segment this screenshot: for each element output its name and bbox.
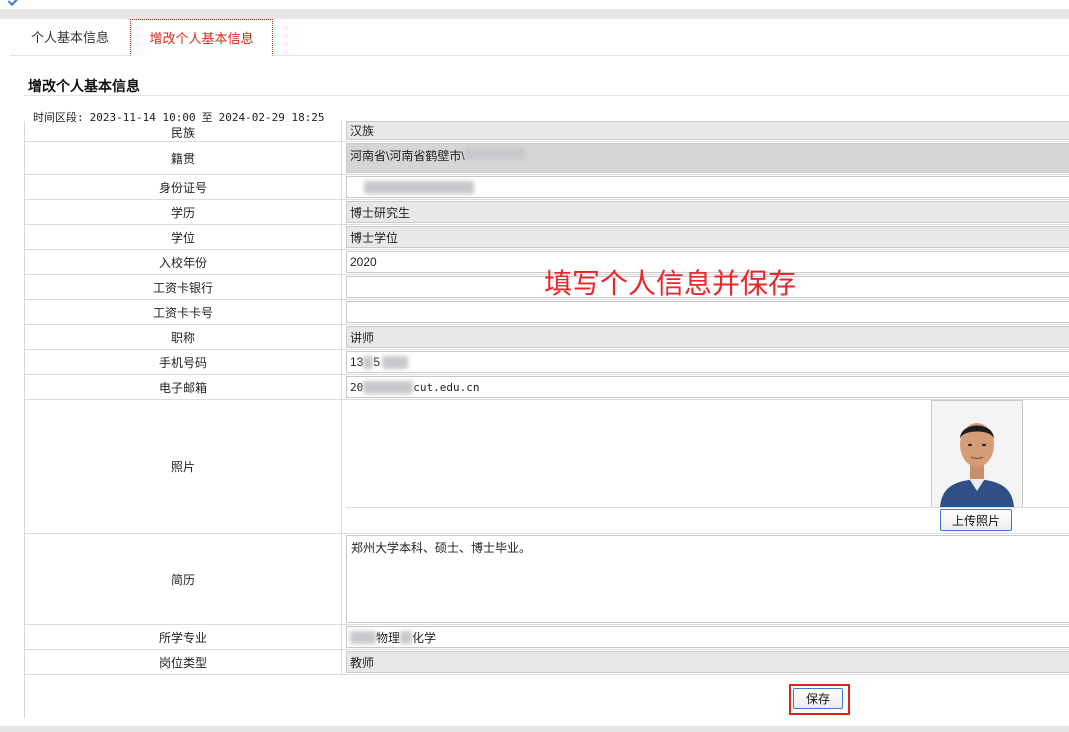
row-email: 电子邮箱 20 cut.edu.cn — [25, 375, 1069, 400]
redaction — [464, 147, 525, 160]
field-label: 籍贯 — [25, 142, 342, 174]
native-place-field[interactable]: 河南省\河南省鹤壁市\ — [346, 143, 1069, 173]
footer-band — [0, 726, 1069, 732]
position-type-field[interactable]: 教师 — [346, 651, 1069, 673]
salary-card-input[interactable] — [346, 301, 1069, 323]
field-label: 照片 — [25, 400, 342, 533]
field-label: 学位 — [25, 225, 342, 249]
major-mid: 物理 — [376, 630, 401, 645]
field-label: 工资卡银行 — [25, 275, 342, 299]
phone-prefix: 13 — [350, 355, 364, 369]
row-salary-card: 工资卡卡号 — [25, 300, 1069, 325]
tab-basic-info[interactable]: 个人基本信息 — [16, 19, 124, 54]
phone-mid: 5 — [373, 355, 381, 369]
title-divider — [24, 95, 1069, 96]
email-input[interactable]: 20 cut.edu.cn — [346, 376, 1069, 398]
ethnicity-field[interactable]: 汉族 — [346, 121, 1069, 140]
id-number-field[interactable] — [346, 176, 1069, 198]
row-resume: 简历 郑州大学本科、硕士、博士毕业。 — [25, 534, 1069, 625]
save-button[interactable]: 保存 — [793, 688, 843, 709]
redaction — [350, 630, 376, 644]
redaction — [382, 355, 409, 369]
row-education: 学历 博士研究生 — [25, 200, 1069, 225]
degree-field[interactable]: 博士学位 — [346, 226, 1069, 248]
field-label: 简历 — [25, 534, 342, 624]
tab-bar: 个人基本信息 增改个人基本信息 — [10, 19, 1069, 56]
redaction — [363, 380, 414, 394]
upload-photo-button[interactable]: 上传照片 — [940, 509, 1012, 531]
row-photo: 照片 — [25, 400, 1069, 534]
major-suffix: 化学 — [412, 630, 437, 645]
profile-photo — [931, 400, 1023, 508]
row-title: 职称 讲师 — [25, 325, 1069, 350]
field-label: 电子邮箱 — [25, 375, 342, 399]
header-band — [0, 9, 1069, 19]
row-position-type: 岗位类型 教师 — [25, 650, 1069, 675]
row-id-number: 身份证号 — [25, 175, 1069, 200]
top-bar — [0, 0, 1069, 9]
check-icon — [7, 0, 18, 7]
redaction — [400, 630, 413, 644]
field-label: 工资卡卡号 — [25, 300, 342, 324]
field-label: 岗位类型 — [25, 650, 342, 674]
row-ethnicity: 民族 汉族 — [25, 121, 1069, 142]
native-place-value: 河南省\河南省鹤壁市\ — [350, 149, 465, 163]
email-prefix: 20 — [350, 380, 364, 394]
photo-divider — [346, 507, 1069, 508]
person-photo-icon — [932, 401, 1022, 507]
page-title: 增改个人基本信息 — [28, 78, 140, 94]
title-field[interactable]: 讲师 — [346, 326, 1069, 348]
instruction-overlay: 填写个人信息并保存 — [544, 267, 797, 300]
row-phone: 手机号码 13 5 — [25, 350, 1069, 375]
email-suffix: cut.edu.cn — [413, 380, 480, 394]
phone-input[interactable]: 13 5 — [346, 351, 1069, 373]
field-label: 身份证号 — [25, 175, 342, 199]
row-major: 所学专业 物理 化学 — [25, 625, 1069, 650]
info-form: 民族 汉族 籍贯 河南省\河南省鹤壁市\ 身份证号 学历 博士研究生 学位 博士… — [24, 121, 1069, 718]
resume-textarea[interactable]: 郑州大学本科、硕士、博士毕业。 — [346, 535, 1069, 623]
education-field[interactable]: 博士研究生 — [346, 201, 1069, 223]
redaction — [363, 355, 374, 369]
major-input[interactable]: 物理 化学 — [346, 626, 1069, 648]
row-native-place: 籍贯 河南省\河南省鹤壁市\ — [25, 142, 1069, 175]
field-label: 入校年份 — [25, 250, 342, 274]
field-label: 学历 — [25, 200, 342, 224]
field-label: 职称 — [25, 325, 342, 349]
field-label: 民族 — [25, 121, 342, 141]
field-label: 手机号码 — [25, 350, 342, 374]
tab-edit-basic-info[interactable]: 增改个人基本信息 — [130, 19, 273, 56]
redaction — [364, 180, 474, 194]
row-degree: 学位 博士学位 — [25, 225, 1069, 250]
field-label: 所学专业 — [25, 625, 342, 649]
